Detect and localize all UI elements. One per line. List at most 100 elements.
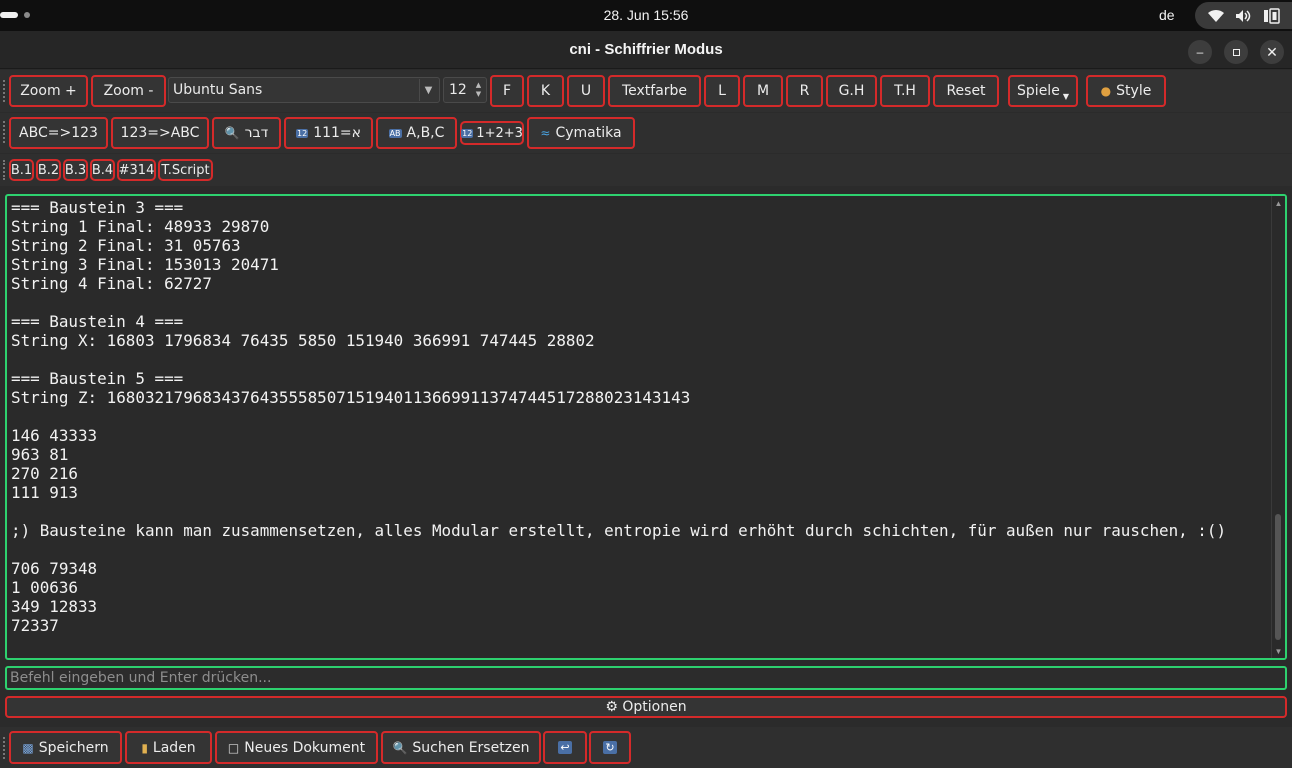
spin-arrows-icon[interactable]: ▲ ▼ <box>472 79 485 101</box>
aleph-label: 111=א <box>313 125 361 141</box>
bold-button[interactable]: F <box>490 75 524 107</box>
number-to-abc-button[interactable]: 123=>ABC <box>111 117 209 149</box>
save-button[interactable]: ▩ Speichern <box>9 731 122 764</box>
close-icon: ✕ <box>1266 43 1278 60</box>
load-label: Laden <box>152 739 196 756</box>
block-2-button[interactable]: B.2 <box>36 159 61 181</box>
italic-button[interactable]: K <box>527 75 564 107</box>
window-title: cni - Schiffrier Modus <box>569 41 723 58</box>
palette-icon: ● <box>1100 84 1112 98</box>
sum-label: 1+2+3 <box>476 125 523 141</box>
redo-button[interactable]: ↻ <box>589 731 631 764</box>
editor-line: String X: 16803 1796834 76435 5850 15194… <box>11 331 595 350</box>
wave-icon: ≈ <box>540 126 551 140</box>
align-right-button[interactable]: R <box>786 75 823 107</box>
system-menu[interactable] <box>1195 2 1292 29</box>
new-document-button[interactable]: □ Neues Dokument <box>215 731 378 764</box>
align-left-button[interactable]: L <box>704 75 740 107</box>
scrollbar-thumb[interactable] <box>1275 514 1281 640</box>
load-button[interactable]: ▮ Laden <box>125 731 212 764</box>
system-top-bar: 28. Jun 15:56 de <box>0 0 1292 31</box>
font-family-select[interactable]: Ubuntu Sans ▼ <box>168 77 440 103</box>
editor-line: 349 12833 <box>11 597 98 616</box>
search-replace-button[interactable]: 🔍 Suchen Ersetzen <box>381 731 541 764</box>
options-button[interactable]: ⚙ Optionen <box>5 696 1287 718</box>
editor-line: === Baustein 3 === <box>11 198 184 217</box>
close-button[interactable]: ✕ <box>1260 40 1284 64</box>
block-314-button[interactable]: #314 <box>117 159 156 181</box>
font-size-value: 12 <box>449 82 467 98</box>
aleph-button[interactable]: 12 111=א <box>284 117 373 149</box>
redo-icon: ↻ <box>603 741 617 754</box>
editor-line: === Baustein 4 === <box>11 312 184 331</box>
minimize-icon: – <box>1196 45 1204 59</box>
editor-line: 270 216 <box>11 464 78 483</box>
search-icon: 🔍 <box>224 126 240 140</box>
editor-line: 72337 <box>11 616 59 635</box>
editor-line: 146 43333 <box>11 426 98 445</box>
abc-to-number-button[interactable]: ABC=>123 <box>9 117 108 149</box>
dabar-button[interactable]: 🔍 דבר <box>212 117 281 149</box>
save-label: Speichern <box>38 739 109 756</box>
numbers-icon: 12 <box>461 128 474 138</box>
zoom-out-button[interactable]: Zoom - <box>91 75 166 107</box>
editor-line: String 3 Final: 153013 20471 <box>11 255 279 274</box>
wifi-icon <box>1207 9 1225 23</box>
numbers-icon: 12 <box>296 128 309 138</box>
minimize-button[interactable]: – <box>1188 40 1212 64</box>
editor-line: ;) Bausteine kann man zusammensetzen, al… <box>11 521 1227 540</box>
toolbar-grip[interactable] <box>3 160 6 180</box>
editor-line: 1 00636 <box>11 578 78 597</box>
window-header-bar: cni - Schiffrier Modus – ✕ <box>0 31 1292 69</box>
toolbar-grip[interactable] <box>3 737 6 759</box>
editor-line: 963 81 <box>11 445 69 464</box>
vertical-scrollbar[interactable]: ▲ ▼ <box>1271 196 1285 658</box>
command-input[interactable]: Befehl eingeben und Enter drücken... <box>5 666 1287 690</box>
th-button[interactable]: T.H <box>880 75 930 107</box>
block-3-button[interactable]: B.3 <box>63 159 88 181</box>
spiele-menu-button[interactable]: Spiele ▼ <box>1008 75 1078 107</box>
scroll-up-icon[interactable]: ▲ <box>1272 196 1285 210</box>
font-size-spinbox[interactable]: 12 ▲ ▼ <box>443 77 487 103</box>
chevron-down-icon: ▼ <box>419 79 437 101</box>
block-1-button[interactable]: B.1 <box>9 159 34 181</box>
undo-icon: ↩ <box>558 741 572 754</box>
cymatika-button[interactable]: ≈ Cymatika <box>527 117 635 149</box>
gh-button[interactable]: G.H <box>826 75 877 107</box>
undo-button[interactable]: ↩ <box>543 731 587 764</box>
align-center-button[interactable]: M <box>743 75 783 107</box>
tscript-button[interactable]: T.Script <box>158 159 213 181</box>
sum-button[interactable]: 12 1+2+3 <box>460 121 524 145</box>
font-family-value: Ubuntu Sans <box>173 82 263 98</box>
toolbar-grip[interactable] <box>3 121 6 143</box>
editor-line: String 2 Final: 31 05763 <box>11 236 241 255</box>
zoom-in-button[interactable]: Zoom + <box>9 75 88 107</box>
reset-button[interactable]: Reset <box>933 75 999 107</box>
toolbar-grip[interactable] <box>3 80 6 102</box>
new-document-label: Neues Dokument <box>244 739 366 756</box>
block-4-button[interactable]: B.4 <box>90 159 115 181</box>
editor-content[interactable]: === Baustein 3 === String 1 Final: 48933 … <box>11 198 1226 635</box>
letters-label: A,B,C <box>406 125 445 141</box>
scroll-down-icon[interactable]: ▼ <box>1272 644 1285 658</box>
style-button[interactable]: ● Style <box>1086 75 1166 107</box>
spiele-label: Spiele <box>1017 83 1060 99</box>
text-color-button[interactable]: Textfarbe <box>608 75 701 107</box>
letters-button[interactable]: AB A,B,C <box>376 117 457 149</box>
editor-line: === Baustein 5 === <box>11 369 184 388</box>
cymatika-label: Cymatika <box>555 125 622 141</box>
text-editor[interactable]: === Baustein 3 === String 1 Final: 48933 … <box>5 194 1287 660</box>
search-icon: 🔍 <box>392 740 408 755</box>
maximize-button[interactable] <box>1224 40 1248 64</box>
keyboard-language[interactable]: de <box>1159 7 1175 23</box>
dropdown-indicator-icon: ▼ <box>1062 91 1069 101</box>
battery-icon <box>1263 7 1281 24</box>
editor-line: 706 79348 <box>11 559 98 578</box>
underline-button[interactable]: U <box>567 75 605 107</box>
clock[interactable]: 28. Jun 15:56 <box>0 7 1292 23</box>
